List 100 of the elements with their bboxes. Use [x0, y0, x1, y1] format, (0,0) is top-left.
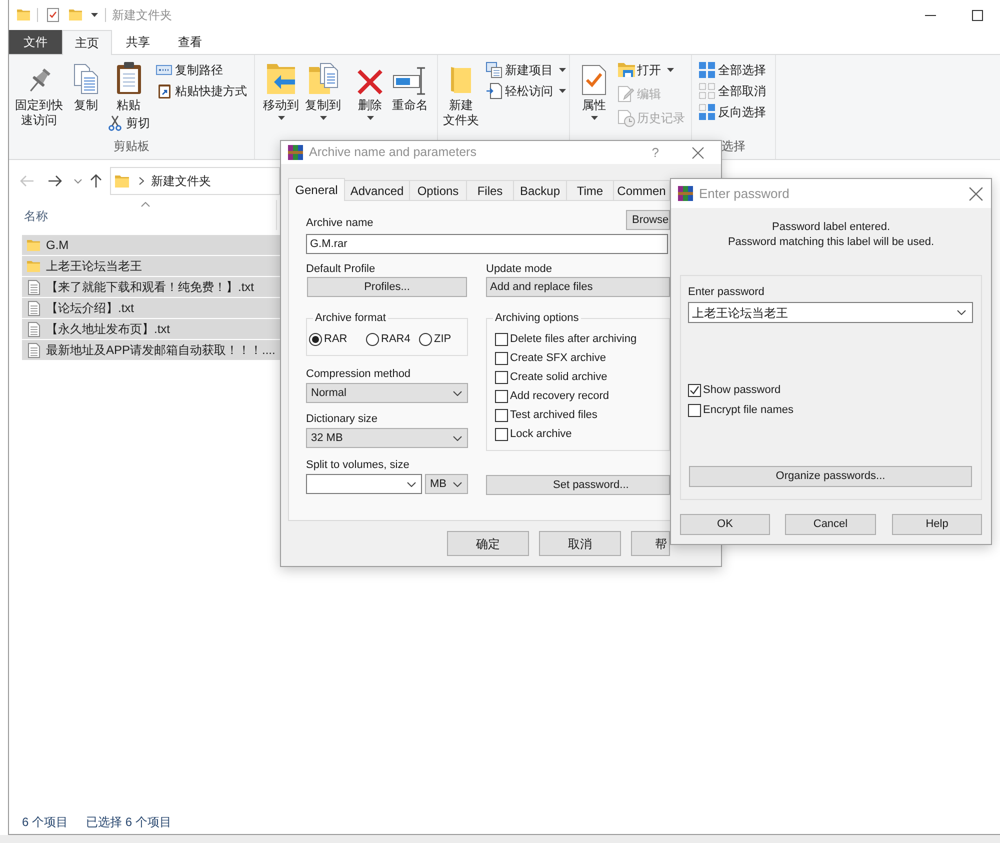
checkbox[interactable]: [495, 428, 508, 441]
archive-name-field[interactable]: G.M.rar: [306, 234, 668, 254]
close-icon[interactable]: [692, 146, 704, 158]
folder-icon: [27, 238, 40, 252]
ribbon-tab[interactable]: 查看: [164, 30, 216, 54]
ok-button[interactable]: OK: [680, 514, 770, 535]
tab[interactable]: Backup: [514, 180, 567, 200]
dropdown-field[interactable]: Normal: [306, 383, 468, 403]
help-button[interactable]: 帮: [631, 531, 670, 556]
profiles-button[interactable]: Profiles...: [307, 277, 467, 297]
ribbon-button[interactable]: 复制: [71, 60, 101, 113]
checklist-icon[interactable]: [47, 8, 59, 22]
chevron-down-icon[interactable]: [74, 178, 82, 184]
file-row[interactable]: 【来了就能下载和观看！纯免费！】.txt: [22, 277, 280, 297]
field-label: Update mode: [486, 263, 554, 276]
dropdown-field[interactable]: MB: [425, 474, 468, 494]
set-password-button[interactable]: Set password...: [486, 475, 670, 495]
ribbon-button[interactable]: 复制路径: [156, 60, 247, 80]
folder-pages-icon: [308, 63, 338, 95]
close-icon[interactable]: [969, 186, 983, 200]
password-field[interactable]: 上老王论坛当老王: [688, 302, 973, 323]
checked-document-icon: [582, 65, 606, 95]
text-field-cursor-icon: [393, 67, 427, 95]
file-name: 【论坛介绍】.txt: [46, 300, 134, 317]
file-row[interactable]: G.M: [22, 235, 280, 255]
file-row[interactable]: 【永久地址发布页】.txt: [22, 319, 280, 339]
maximize-icon[interactable]: [972, 10, 983, 20]
option-label: Lock archive: [510, 428, 572, 441]
dropdown-field[interactable]: Add and replace files: [486, 277, 670, 297]
text-file-icon: [28, 342, 40, 358]
forward-arrow-icon[interactable]: [48, 175, 62, 187]
checkbox[interactable]: [688, 384, 701, 397]
ribbon-button[interactable]: 轻松访问: [486, 81, 566, 101]
chevron-down-icon: [407, 482, 416, 486]
minimize-icon[interactable]: [925, 14, 936, 16]
column-header[interactable]: 名称: [22, 200, 277, 230]
chevron-down-icon: [453, 390, 462, 396]
ribbon-button[interactable]: 删除: [353, 60, 387, 120]
cancel-button[interactable]: Cancel: [785, 514, 876, 535]
checkbox[interactable]: [495, 352, 508, 365]
ribbon-tab[interactable]: 主页: [62, 30, 112, 55]
cancel-button[interactable]: 取消: [539, 531, 621, 556]
up-arrow-icon[interactable]: [90, 174, 102, 188]
file-row[interactable]: 【论坛介绍】.txt: [22, 298, 280, 318]
file-row[interactable]: 最新地址及APP请发邮箱自动获取！！！....: [22, 340, 280, 360]
file-row[interactable]: 上老王论坛当老王: [22, 256, 280, 276]
ribbon-button[interactable]: 全部取消: [699, 81, 766, 101]
option-label: Show password: [703, 384, 781, 397]
stacked-pages-icon: [73, 63, 99, 95]
ribbon-button[interactable]: 粘贴快捷方式: [156, 81, 247, 101]
text-file-icon: [28, 322, 40, 336]
file-name: 【永久地址发布页】.txt: [46, 321, 170, 338]
ribbon-button[interactable]: 打开: [618, 60, 685, 80]
group-label: Archive format: [314, 312, 387, 325]
browse-button[interactable]: Browse: [626, 210, 670, 230]
tab[interactable]: General: [288, 178, 345, 201]
field-label: Dictionary size: [306, 413, 379, 426]
ribbon-button[interactable]: 固定到快 速访问: [13, 60, 65, 128]
checkbox[interactable]: [495, 371, 508, 384]
radio-button[interactable]: [366, 333, 379, 346]
caret-icon: [559, 68, 566, 72]
radio-button[interactable]: [419, 333, 432, 346]
checkbox[interactable]: [495, 333, 508, 346]
address-bar[interactable]: 新建文件夹: [110, 167, 280, 195]
dotted-grid-icon: [699, 83, 715, 99]
ribbon-button[interactable]: 新建项目: [486, 60, 566, 80]
caret-icon[interactable]: [91, 13, 98, 17]
file-name: 上老王论坛当老王: [46, 258, 142, 275]
checkbox[interactable]: [688, 404, 701, 417]
tab[interactable]: Commen: [614, 180, 670, 200]
ribbon-button[interactable]: 粘贴: [110, 60, 146, 113]
tab[interactable]: Advanced: [345, 180, 410, 200]
ribbon-button[interactable]: 全部选择: [699, 60, 766, 80]
grid-icon: [699, 62, 715, 78]
file-menu-tab[interactable]: 文件: [9, 30, 62, 54]
ribbon-button[interactable]: 复制到: [303, 60, 343, 120]
ribbon-button[interactable]: 反向选择: [699, 102, 766, 122]
dropdown-field[interactable]: 32 MB: [306, 428, 468, 448]
ribbon-button[interactable]: 剪切: [107, 113, 150, 133]
tab[interactable]: Time: [567, 180, 614, 200]
radio-button[interactable]: [309, 333, 322, 346]
help-button[interactable]: Help: [892, 514, 982, 535]
chevron-down-icon: [453, 436, 462, 440]
ribbon-button[interactable]: 新建 文件夹: [441, 60, 481, 128]
ok-button[interactable]: 确定: [447, 531, 529, 556]
checkbox[interactable]: [495, 390, 508, 403]
ribbon-button[interactable]: 移动到: [259, 60, 303, 120]
folder-window-icon: [618, 62, 634, 78]
tab[interactable]: Options: [410, 180, 467, 200]
organize-button[interactable]: Organize passwords...: [689, 466, 972, 487]
tab[interactable]: Files: [467, 180, 514, 200]
text-file-icon: [28, 280, 40, 294]
stacked-books-icon: [678, 186, 693, 201]
checkbox[interactable]: [495, 409, 508, 422]
ribbon-button[interactable]: 重命名: [389, 60, 431, 113]
dialog-title: Enter password: [699, 184, 790, 203]
field-label: Enter password: [688, 286, 766, 299]
ribbon-button[interactable]: 属性: [576, 60, 612, 120]
dropdown-field[interactable]: [306, 474, 422, 494]
ribbon-tab[interactable]: 共享: [112, 30, 164, 54]
